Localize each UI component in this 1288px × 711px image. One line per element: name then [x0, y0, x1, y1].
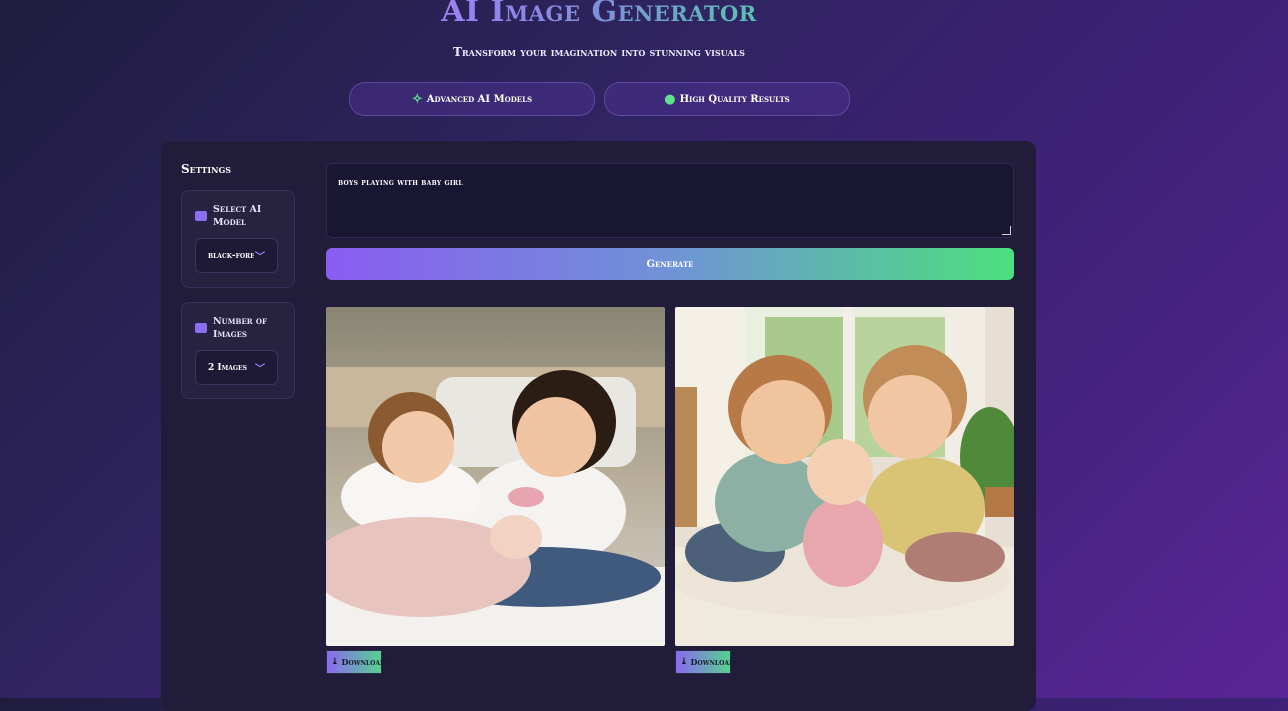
page-subtitle: Transform your imagination into stunning… — [453, 45, 745, 59]
feature-high-quality-results: ● High Quality Results — [604, 82, 850, 116]
chevron-down-icon: ﹀ — [255, 364, 265, 375]
magic-wand-icon: ✧ — [411, 91, 423, 107]
settings-heading: Settings — [181, 162, 232, 176]
feature-label: Advanced AI Models — [426, 93, 533, 105]
generated-image-2-art — [675, 307, 1014, 646]
generated-image[interactable] — [326, 307, 665, 646]
page-title: AI Image Generator — [0, 0, 1198, 29]
generated-image[interactable] — [675, 307, 1014, 646]
prompt-textarea[interactable]: boys playing with baby girl — [326, 163, 1014, 238]
generated-image-1-art — [326, 307, 665, 646]
generate-button[interactable]: Generate — [326, 248, 1014, 280]
image-count-select[interactable]: 2 Images ﹀ — [195, 350, 278, 385]
feature-label: High Quality Results — [679, 93, 790, 105]
image-count-value: 2 Images — [208, 362, 247, 373]
count-settings-card: Number of Images 2 Images ﹀ — [181, 302, 295, 399]
resize-handle[interactable] — [1002, 226, 1011, 235]
palette-icon: ● — [664, 91, 676, 107]
model-select[interactable]: black-forest-labs/FLUX.1-dev ﹀ — [195, 238, 278, 273]
model-settings-card: Select AI Model black-forest-labs/FLUX.1… — [181, 190, 295, 288]
prompt-text: boys playing with baby girl — [338, 177, 463, 187]
download-button[interactable]: ⤓ Download — [675, 650, 734, 674]
download-icon: ⤓ — [680, 657, 688, 667]
count-label: Number of Images — [213, 316, 267, 340]
download-label: Download — [690, 657, 735, 667]
download-label: Download — [341, 657, 386, 667]
model-label: Select AI Model — [213, 204, 262, 228]
model-select-value: black-forest-labs/FLUX.1-dev — [208, 250, 254, 261]
images-icon — [195, 323, 207, 333]
download-icon: ⤓ — [331, 657, 339, 667]
feature-advanced-ai-models: ✧ Advanced AI Models — [349, 82, 595, 116]
chevron-down-icon: ﹀ — [255, 252, 265, 263]
robot-icon — [195, 211, 207, 221]
download-button[interactable]: ⤓ Download — [326, 650, 385, 674]
